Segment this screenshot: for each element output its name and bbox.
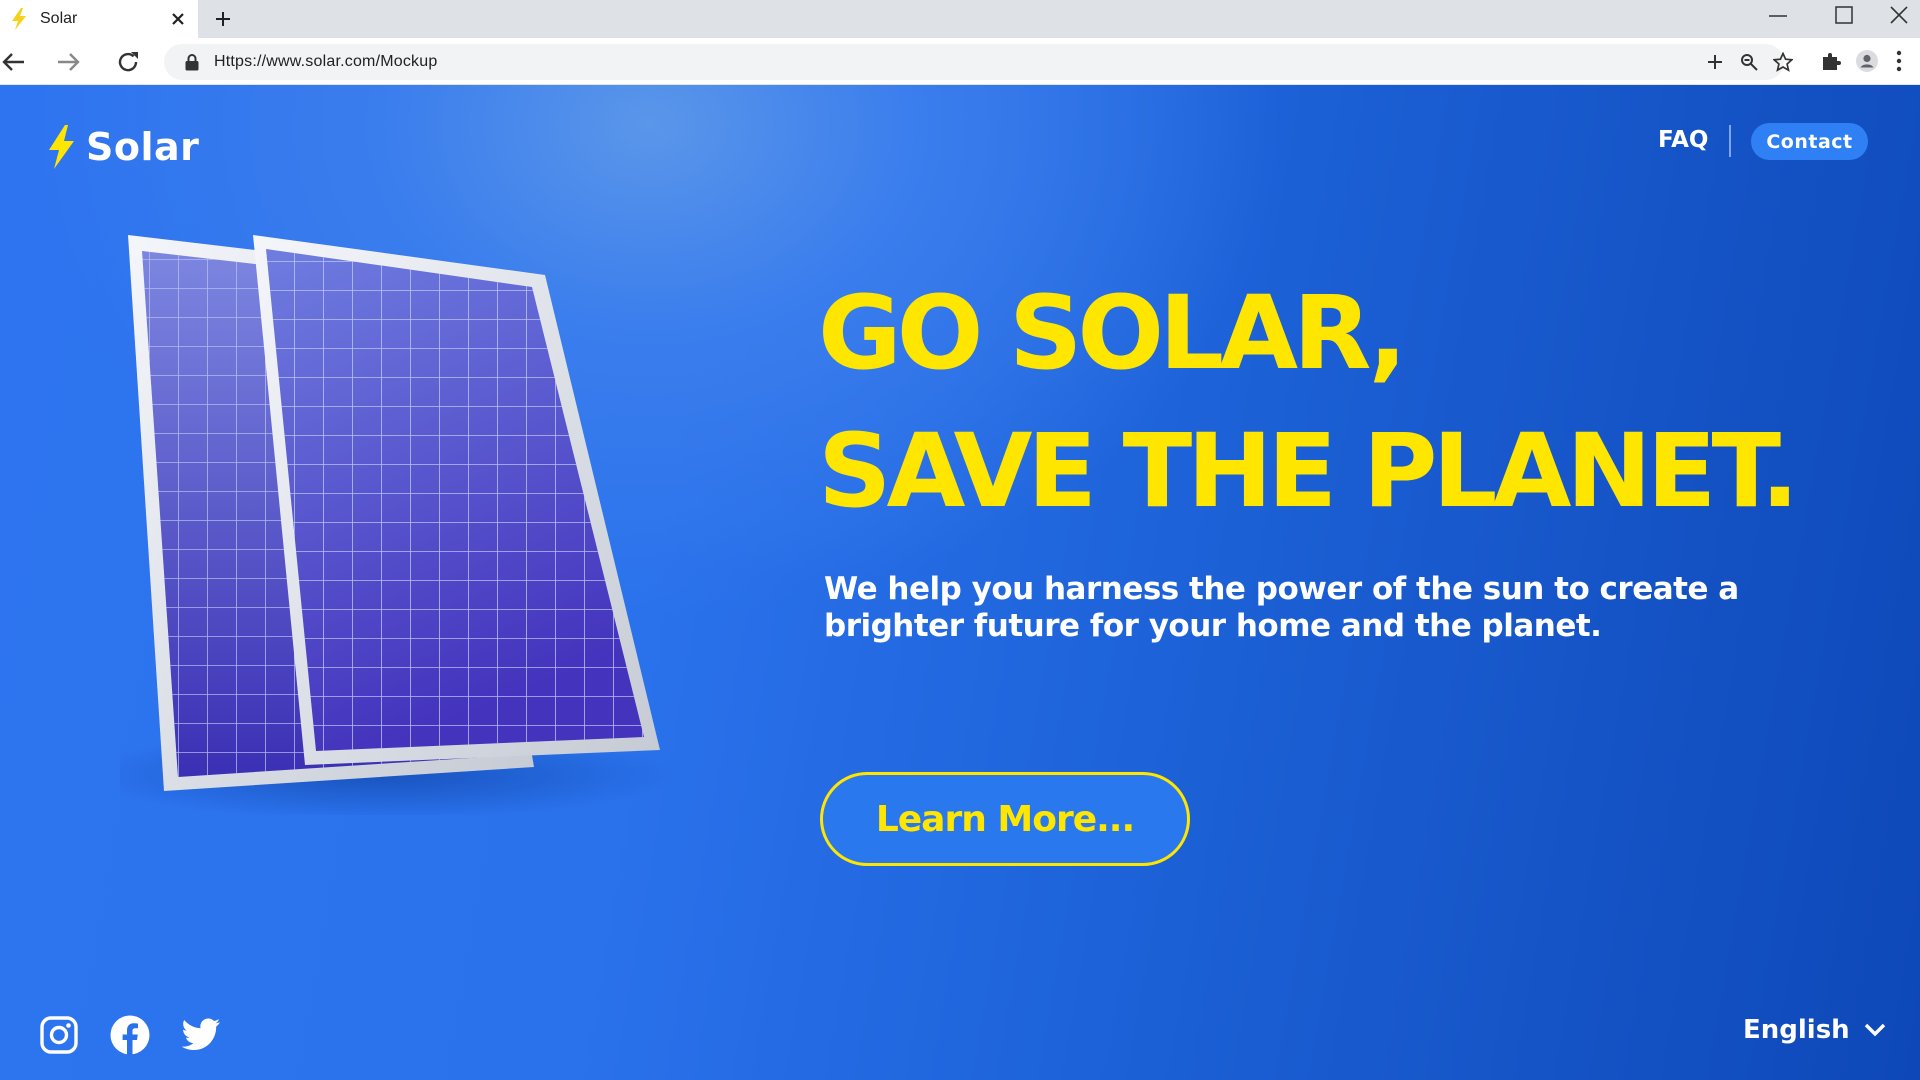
learn-more-button[interactable]: Learn More... — [820, 772, 1190, 866]
logo-text: Solar — [86, 125, 200, 169]
tab-title: Solar — [40, 10, 78, 27]
nav-faq-link[interactable]: FAQ — [1658, 127, 1708, 153]
forward-icon[interactable] — [52, 45, 86, 79]
hero-subtitle: We help you harness the power of the sun… — [824, 571, 1739, 644]
url-text: Https://www.solar.com/Mockup — [214, 53, 438, 70]
solar-panels-image — [120, 235, 680, 815]
browser-tab[interactable]: Solar — [0, 0, 198, 38]
window-close-icon[interactable] — [1878, 0, 1920, 30]
address-bar[interactable]: Https://www.solar.com/Mockup — [164, 44, 1793, 80]
browser-tab-strip: Solar — [0, 0, 1920, 38]
profile-icon[interactable] — [1852, 46, 1882, 76]
hero-headline: GO SOLAR, SAVE THE PLANET. — [818, 265, 1799, 541]
back-icon[interactable] — [0, 45, 30, 79]
maximize-icon[interactable] — [1812, 0, 1876, 30]
language-label: English — [1743, 1015, 1850, 1045]
site-logo[interactable]: Solar — [46, 125, 199, 169]
hero-headline-line2: SAVE THE PLANET. — [818, 412, 1799, 531]
zoom-icon[interactable] — [1734, 47, 1764, 77]
language-selector[interactable]: English — [1743, 1015, 1886, 1045]
instagram-icon[interactable] — [39, 1015, 79, 1055]
solar-landing-page: Solar FAQ Contact GO SOLAR, SAVE THE PLA… — [0, 85, 1920, 1080]
reload-icon[interactable] — [111, 45, 145, 79]
minimize-icon[interactable] — [1746, 0, 1810, 30]
plus-icon[interactable] — [1700, 47, 1730, 77]
facebook-icon[interactable] — [110, 1015, 150, 1055]
lock-icon — [185, 54, 199, 71]
twitter-icon[interactable] — [181, 1015, 221, 1055]
chevron-down-icon — [1864, 1023, 1885, 1037]
puzzle-icon[interactable] — [1816, 46, 1846, 76]
new-tab-plus-icon[interactable] — [208, 4, 238, 34]
nav-divider — [1729, 125, 1731, 157]
contact-button[interactable]: Contact — [1751, 123, 1868, 160]
tab-close-icon[interactable] — [164, 5, 192, 33]
bolt-favicon-icon — [12, 8, 26, 30]
menu-icon[interactable] — [1892, 46, 1906, 76]
browser-toolbar: Https://www.solar.com/Mockup — [0, 38, 1920, 85]
star-icon[interactable] — [1768, 47, 1798, 77]
bolt-icon — [49, 125, 74, 169]
hero-headline-line1: GO SOLAR, — [818, 274, 1407, 393]
